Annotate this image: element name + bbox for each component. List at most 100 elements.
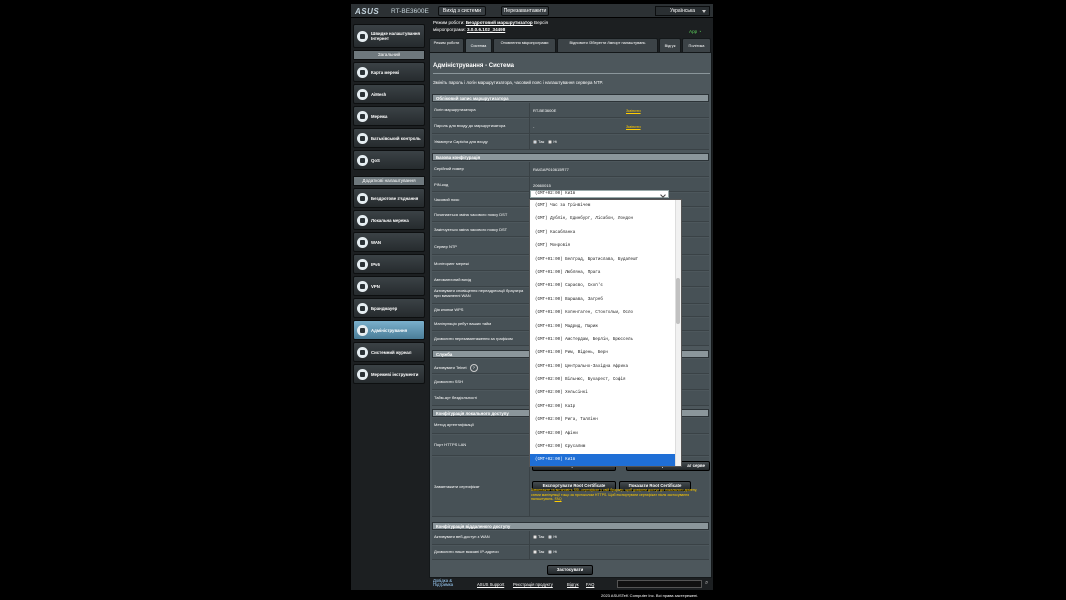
- sidebar-item-label: Мережеві інструменти: [371, 371, 419, 377]
- dropdown-scrollbar[interactable]: [675, 200, 681, 466]
- asus-support-link[interactable]: ASUS Support: [477, 582, 504, 587]
- radio-label: Так: [538, 139, 545, 144]
- timezone-option[interactable]: (GMT+02:00) Хельсінкі: [530, 387, 681, 400]
- page-description: Змініть пароль і логін маршрутизатора, ч…: [433, 80, 604, 85]
- remote-wan-yes-radio[interactable]: [533, 534, 537, 539]
- sidebar-item-label: Карта мережі: [371, 69, 400, 75]
- sidebar-item-parental-control[interactable]: Батьківський контроль: [353, 128, 425, 148]
- timezone-option[interactable]: (GMT+01:00) Варшава, Загреб: [530, 294, 681, 307]
- remote-ip-label: Дозволити лише вказані IP-адреси: [434, 549, 499, 554]
- sidebar-item-quick-setup[interactable]: Швидке налаштування Інтернет: [353, 24, 425, 48]
- timezone-option[interactable]: (GMT+01:00) Рим, Відень, Берн: [530, 347, 681, 360]
- timezone-option[interactable]: (GMT+01:00) Копенгаген, Стокгольм, Осло: [530, 307, 681, 320]
- logout-button[interactable]: Вихід з системи: [438, 6, 486, 16]
- captcha-no-radio[interactable]: [548, 139, 553, 144]
- tab-restore-save[interactable]: Відновити /Зберегти /Імпорт налаштувань: [557, 38, 658, 52]
- serial-label: Серійний номер: [434, 166, 464, 171]
- certificate-faq-link[interactable]: FAQ: [555, 497, 562, 501]
- captcha-radio-group: Так Ні: [533, 139, 557, 144]
- login-label: Логін маршрутизатора: [434, 107, 476, 112]
- language-select[interactable]: Українська: [655, 6, 710, 16]
- sidebar-item-system-log[interactable]: Системний журнал: [353, 342, 425, 362]
- pin-value: 20660015: [533, 183, 551, 188]
- sidebar-item-ipv6[interactable]: IPv6: [353, 254, 425, 274]
- dropdown-scrollbar-thumb[interactable]: [676, 278, 680, 324]
- captcha-yes-radio[interactable]: [533, 139, 537, 144]
- serial-value: RAIGAP010615R77: [533, 167, 569, 172]
- sidebar-item-aimesh[interactable]: AiMesh: [353, 84, 425, 104]
- sidebar-item-network-map[interactable]: Карта мережі: [353, 62, 425, 82]
- auth-method-label: Метод аутентифікації: [434, 422, 474, 427]
- sidebar-item-wan[interactable]: WAN: [353, 232, 425, 252]
- sidebar-item-qos[interactable]: QoS: [353, 150, 425, 170]
- sidebar-item-label: IPv6: [371, 261, 380, 267]
- tab-bar: Режим роботи Система Оновлення мікропрог…: [429, 38, 712, 52]
- sidebar-item-firewall[interactable]: Брандмауер: [353, 298, 425, 318]
- help-icon[interactable]: ?: [469, 364, 478, 372]
- help-support-link[interactable]: Довідка & Підтримка: [433, 578, 463, 588]
- remote-wan-no-radio[interactable]: [548, 534, 553, 539]
- column-divider: [529, 103, 530, 150]
- timezone-option[interactable]: (GMT) Касабланка: [530, 227, 681, 240]
- sidebar-item-administration[interactable]: Адміністрування: [353, 320, 425, 340]
- sidebar-item-label: VPN: [371, 283, 380, 289]
- timezone-dropdown-list[interactable]: (GMT) Час за Грінвічем (GMT) Дублін, Един…: [529, 199, 682, 467]
- reboot-button[interactable]: Перезавантажити: [501, 6, 549, 16]
- login-value: RT-BE3600E: [533, 108, 557, 113]
- timezone-option[interactable]: (GMT+01:00) Мадрид, Париж: [530, 321, 681, 334]
- timezone-option[interactable]: (GMT) Час за Грінвічем: [530, 200, 681, 213]
- timezone-option[interactable]: (GMT+01:00) Сараєво, Скоп'є: [530, 280, 681, 293]
- copyright: 2023 ASUSTeK Computer Inc. Всі права зас…: [601, 593, 699, 598]
- sidebar-item-label: QoS: [371, 157, 380, 163]
- dst-start-label: Починається зміна часового поясу DST: [434, 212, 508, 217]
- feedback-link[interactable]: Відгук: [567, 582, 579, 587]
- timezone-option[interactable]: (GMT+01:00) Белград, Братислава, Будапеш…: [530, 254, 681, 267]
- change-password-link[interactable]: Змінити: [626, 124, 641, 129]
- timezone-option[interactable]: (GMT+02:00) Єрусалим: [530, 441, 681, 454]
- tab-policy[interactable]: Політика: [682, 38, 711, 52]
- ssh-label: Дозволити SSH: [434, 379, 463, 384]
- top-bar: ASUS RT-BE3600E Вихід з системи Перезава…: [351, 4, 713, 18]
- tab-firmware-upgrade[interactable]: Оновлення мікропрограми: [493, 38, 556, 52]
- tab-operation-mode[interactable]: Режим роботи: [429, 38, 464, 52]
- timezone-option[interactable]: (GMT+02:00) Рига, Таллінн: [530, 414, 681, 427]
- search-icon[interactable]: ⌕: [705, 580, 708, 587]
- section-basic-config: Базова конфігурація: [432, 153, 709, 161]
- radio-label: Ні: [553, 534, 558, 539]
- timezone-select[interactable]: (GMT+02:00) Київ: [530, 190, 669, 198]
- sidebar-item-vpn[interactable]: VPN: [353, 276, 425, 296]
- timezone-option[interactable]: (GMT+02:00) Каїр: [530, 401, 681, 414]
- timezone-option[interactable]: (GMT) Дублін, Единбург, Лісабон, Лондон: [530, 213, 681, 226]
- timezone-option[interactable]: (GMT+01:00) Любляна, Прага: [530, 267, 681, 280]
- remote-wan-radio-group: Так Ні: [533, 534, 557, 539]
- app-indicator[interactable]: App ◔: [689, 29, 701, 34]
- timezone-option[interactable]: (GMT+01:00) Центрально-Західна Африка: [530, 361, 681, 374]
- tab-feedback[interactable]: Відгук: [659, 38, 681, 52]
- sidebar-item-network[interactable]: Мережа: [353, 106, 425, 126]
- sidebar-item-label: Системний журнал: [371, 349, 412, 355]
- timezone-option[interactable]: (GMT+02:00) Вільнюс, Бухарест, Софія: [530, 374, 681, 387]
- firmware-link[interactable]: 3.0.0.6.102_34498: [467, 27, 505, 32]
- apply-button[interactable]: Застосувати: [547, 565, 593, 575]
- password-value: -: [533, 124, 535, 129]
- timezone-option[interactable]: (GMT+02:00) Афіни: [530, 428, 681, 441]
- timezone-option[interactable]: (GMT+02:00) Київ: [530, 454, 681, 466]
- remote-ip-yes-radio[interactable]: [533, 549, 537, 554]
- product-registration-link[interactable]: Реєстрація продукту: [513, 582, 553, 587]
- asus-logo: ASUS: [355, 7, 380, 16]
- operation-mode-label: Режим роботи:: [433, 20, 465, 25]
- sidebar-item-lan[interactable]: Локальна мережа: [353, 210, 425, 230]
- timezone-option[interactable]: (GMT+01:00) Амстердам, Берлін, Брюссель: [530, 334, 681, 347]
- qos-icon: [357, 154, 368, 166]
- column-divider: [529, 531, 530, 560]
- faq-link[interactable]: FAQ: [586, 582, 594, 587]
- tab-system[interactable]: Система: [465, 38, 492, 52]
- remote-ip-no-radio[interactable]: [548, 549, 553, 554]
- redirect-label: Активувати сповіщення переадресації брау…: [434, 288, 524, 298]
- sidebar-item-wireless[interactable]: Бездротове з'єднання: [353, 188, 425, 208]
- timezone-option[interactable]: (GMT) Монровія: [530, 240, 681, 253]
- footer-search-input[interactable]: [617, 580, 702, 588]
- operation-mode-link[interactable]: Бездротовий маршрутизатор: [466, 20, 533, 25]
- change-login-link[interactable]: Змінити: [626, 108, 641, 113]
- sidebar-item-network-tools[interactable]: Мережеві інструменти: [353, 364, 425, 384]
